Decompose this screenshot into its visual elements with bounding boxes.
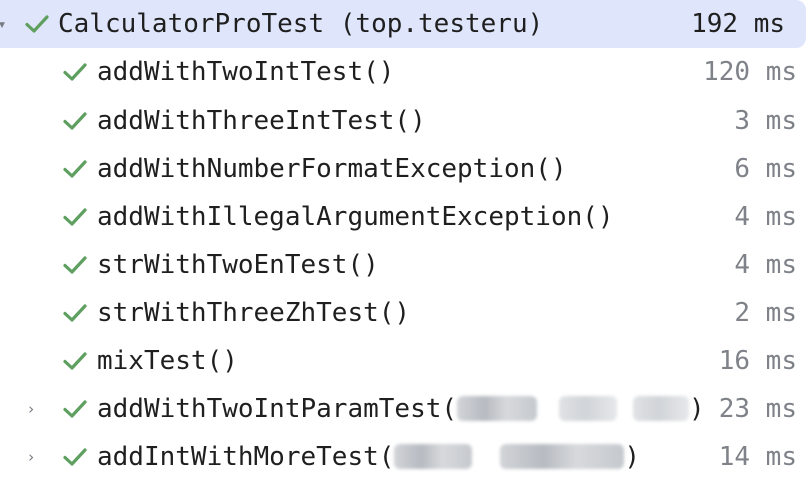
chevron-right-icon[interactable]: › [22,385,40,433]
test-name: addWithTwoIntTest() [97,57,395,87]
test-duration: 14 ms [718,442,797,472]
redacted-parameters [633,396,690,421]
test-row[interactable]: › addWithTwoIntParamTest() 23 ms [0,385,806,433]
check-icon [23,12,51,36]
test-name: addWithNumberFormatException() [97,154,567,184]
check-icon [61,301,89,325]
test-row[interactable]: addWithTwoIntTest() 120 ms [0,48,806,96]
chevron-down-icon[interactable]: ▾ [0,0,11,48]
suite-duration: 192 ms [691,9,785,39]
test-name: addIntWithMoreTest() [97,433,640,481]
test-duration: 120 ms [703,57,797,87]
test-row[interactable]: addWithNumberFormatException() 6 ms [0,145,806,193]
test-results-tree: ▾ CalculatorProTest (top.testeru) 192 ms… [0,0,806,490]
test-row[interactable]: strWithThreeZhTest() 2 ms [0,289,806,337]
test-name: addWithThreeIntTest() [97,106,426,136]
test-row[interactable]: addWithThreeIntTest() 3 ms [0,97,806,145]
check-icon [61,205,89,229]
test-name: addWithIllegalArgumentException() [97,202,614,232]
test-duration: 4 ms [734,250,797,280]
test-name-prefix: addIntWithMoreTest( [97,442,395,472]
check-icon [61,349,89,373]
suite-name: CalculatorProTest (top.testeru) [58,9,544,39]
test-suite-row[interactable]: ▾ CalculatorProTest (top.testeru) 192 ms [0,0,806,48]
check-icon [61,253,89,277]
test-name: addWithTwoIntParamTest() [97,385,705,433]
test-duration: 16 ms [718,346,797,376]
check-icon [61,445,89,469]
redacted-parameters [394,444,473,469]
test-duration: 4 ms [734,202,797,232]
test-row[interactable]: › addIntWithMoreTest() 14 ms [0,433,806,481]
redacted-parameters [500,444,625,469]
test-duration: 3 ms [734,106,797,136]
redacted-parameters [457,396,538,421]
check-icon [61,60,89,84]
test-row[interactable]: strWithTwoEnTest() 4 ms [0,241,806,289]
chevron-right-icon[interactable]: › [22,433,40,481]
check-icon [61,397,89,421]
test-name-prefix: addWithTwoIntParamTest( [97,394,458,424]
test-name: mixTest() [97,346,238,376]
test-name-suffix: ) [624,442,641,472]
test-name-suffix: ) [689,394,705,424]
test-duration: 23 ms [718,394,797,424]
redacted-parameters [559,396,618,421]
test-duration: 6 ms [734,154,797,184]
check-icon [61,109,89,133]
check-icon [61,157,89,181]
test-name: strWithThreeZhTest() [97,298,411,328]
test-row[interactable]: addWithIllegalArgumentException() 4 ms [0,193,806,241]
test-name: strWithTwoEnTest() [97,250,379,280]
test-duration: 2 ms [734,298,797,328]
test-row[interactable]: mixTest() 16 ms [0,337,806,385]
